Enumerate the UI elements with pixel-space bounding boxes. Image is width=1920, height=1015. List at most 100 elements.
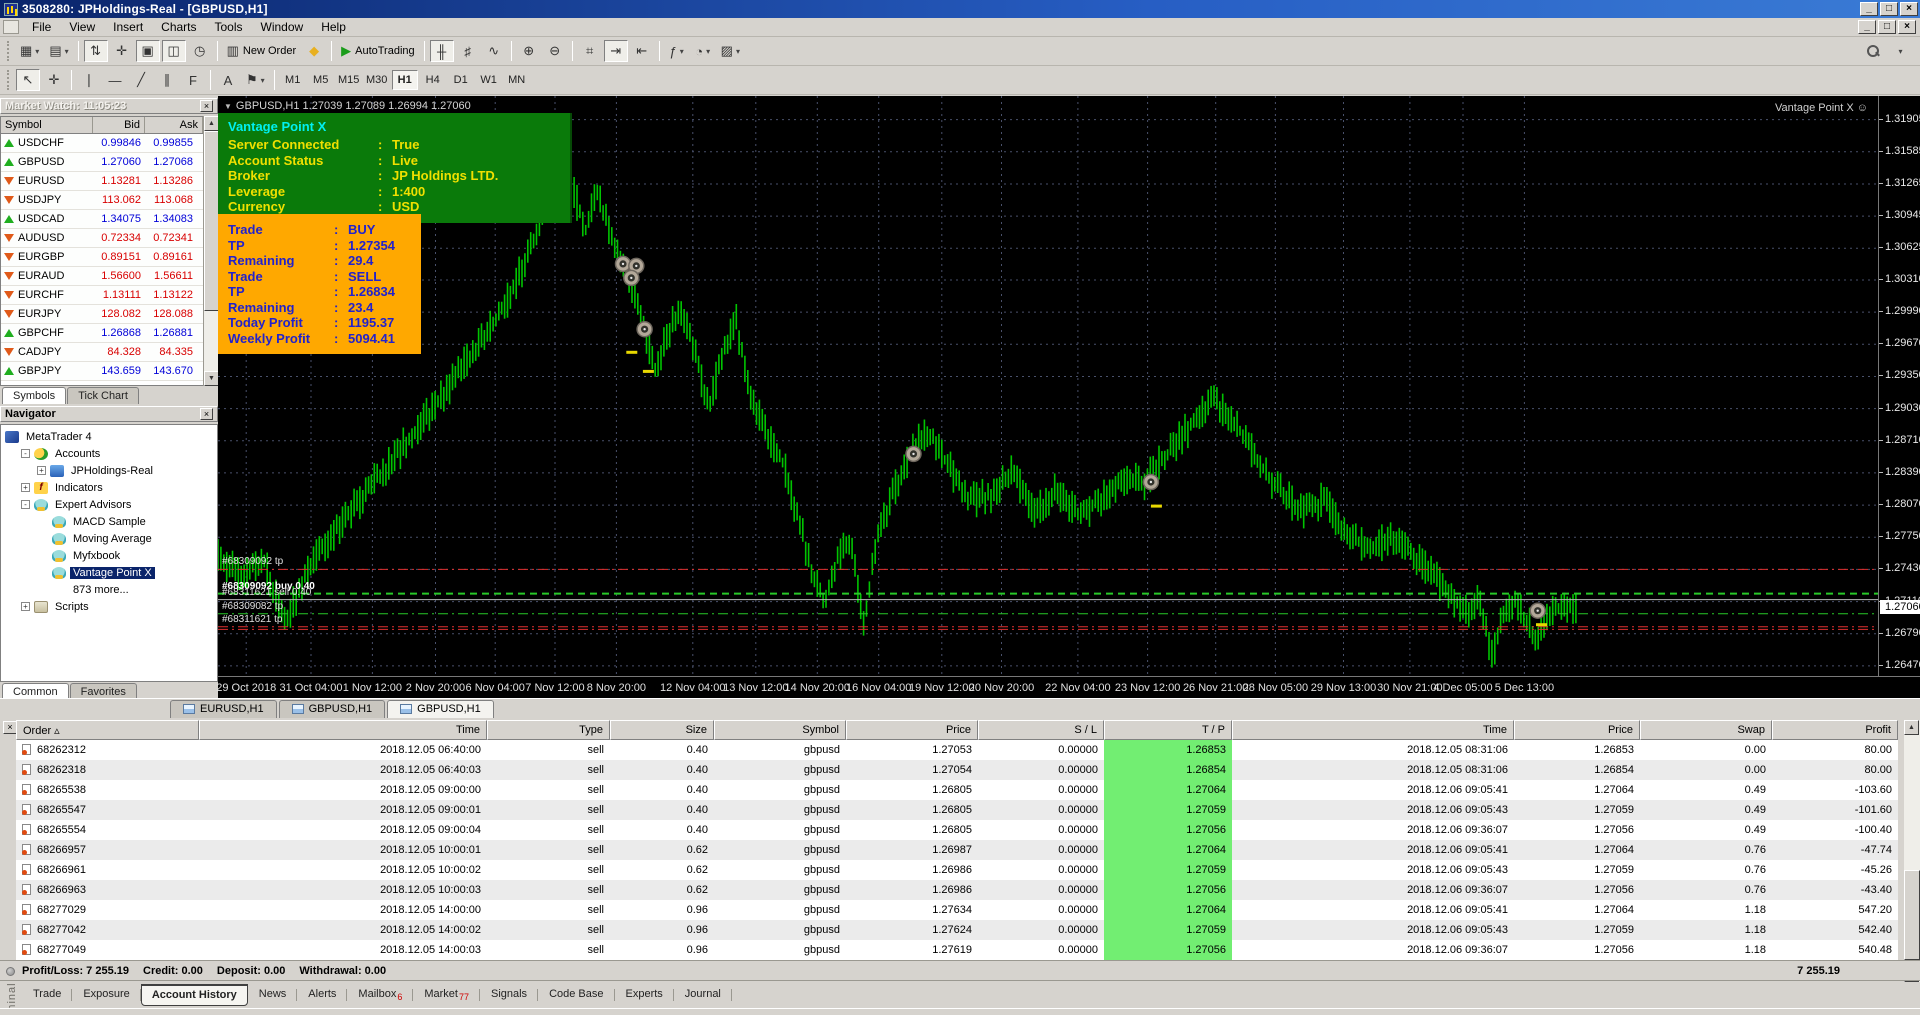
- tree-item-accounts[interactable]: -Accounts: [1, 446, 217, 461]
- metaeditor-button[interactable]: ◆: [302, 40, 326, 62]
- terminal-tab-journal[interactable]: Journal: [674, 984, 732, 1005]
- terminal-tab-mailbox[interactable]: Mailbox6: [347, 984, 413, 1007]
- templates-button[interactable]: ▨▾: [717, 40, 744, 62]
- column-header-time[interactable]: Time: [199, 720, 487, 740]
- timeframe-h1-button[interactable]: H1: [392, 70, 418, 90]
- market-watch-row[interactable]: CADJPY84.32884.335: [1, 343, 217, 362]
- zoom-out-button[interactable]: ⊖: [543, 40, 567, 62]
- terminal-tab-account-history[interactable]: Account History: [141, 984, 248, 1006]
- tree-item-873-more-[interactable]: 873 more...: [1, 582, 217, 597]
- expand-icon[interactable]: +: [37, 466, 46, 475]
- toolbar-grip[interactable]: [7, 41, 10, 61]
- history-row[interactable]: 682669632018.12.05 10:00:03sell0.62gbpus…: [16, 880, 1898, 900]
- toolbar-grip[interactable]: [7, 70, 10, 90]
- chart-tab-eurusd-h1[interactable]: EURUSD,H1: [170, 700, 277, 718]
- column-header-profit[interactable]: Profit: [1772, 720, 1898, 740]
- terminal-tab-exposure[interactable]: Exposure: [72, 984, 140, 1005]
- indicators-button[interactable]: ƒ▾: [665, 40, 689, 62]
- time-scale[interactable]: 29 Oct 201831 Oct 04:001 Nov 12:002 Nov …: [218, 676, 1920, 698]
- column-header-s-l[interactable]: S / L: [978, 720, 1104, 740]
- chart-restore-button[interactable]: □: [1878, 20, 1896, 34]
- terminal-close-icon[interactable]: ×: [3, 721, 17, 734]
- market-watch-row[interactable]: GBPJPY143.659143.670: [1, 362, 217, 381]
- menu-item-tools[interactable]: Tools: [206, 18, 252, 36]
- chart-system-icon[interactable]: [3, 20, 19, 34]
- terminal-tab-market[interactable]: Market77: [413, 984, 480, 1007]
- column-header-symbol[interactable]: Symbol: [714, 720, 846, 740]
- fibonacci-button[interactable]: F: [181, 69, 205, 91]
- column-header-time[interactable]: Time: [1232, 720, 1514, 740]
- chart-shift-button[interactable]: ⇤: [630, 40, 654, 62]
- market-watch-row[interactable]: EURJPY128.082128.088: [1, 305, 217, 324]
- timeframe-m15-button[interactable]: M15: [336, 70, 362, 90]
- scrollbar-thumb[interactable]: [1904, 870, 1920, 960]
- chart-tab-gbpusd-h1[interactable]: GBPUSD,H1: [279, 700, 386, 718]
- terminal-tab-experts[interactable]: Experts: [615, 984, 674, 1005]
- column-header-order[interactable]: Order ▵: [16, 720, 199, 740]
- auto-scroll-button[interactable]: ⇥: [604, 40, 628, 62]
- column-header-bid[interactable]: Bid: [93, 117, 145, 133]
- terminal-tab-alerts[interactable]: Alerts: [297, 984, 347, 1005]
- tree-item-metatrader-4[interactable]: MetaTrader 4: [1, 429, 217, 444]
- market-watch-row[interactable]: GBPUSD1.270601.27068: [1, 153, 217, 172]
- horizontal-line-button[interactable]: —: [103, 69, 127, 91]
- navigator-toggle[interactable]: ▣: [136, 40, 160, 62]
- text-button[interactable]: A: [216, 69, 240, 91]
- timeframe-m30-button[interactable]: M30: [364, 70, 390, 90]
- restore-button[interactable]: □: [1880, 2, 1898, 16]
- history-row[interactable]: 682655542018.12.05 09:00:04sell0.40gbpus…: [16, 820, 1898, 840]
- periods-button[interactable]: ◔▾: [691, 40, 715, 62]
- close-button[interactable]: ×: [1900, 2, 1918, 16]
- history-row[interactable]: 682770422018.12.05 14:00:02sell0.96gbpus…: [16, 920, 1898, 940]
- collapse-icon[interactable]: -: [21, 500, 30, 509]
- data-window-toggle[interactable]: ✛: [110, 40, 134, 62]
- market-watch-row[interactable]: EURAUD1.566001.56611: [1, 267, 217, 286]
- tile-windows-button[interactable]: ⌗: [578, 40, 602, 62]
- column-header-price[interactable]: Price: [1514, 720, 1640, 740]
- history-row[interactable]: 682669572018.12.05 10:00:01sell0.62gbpus…: [16, 840, 1898, 860]
- menu-item-window[interactable]: Window: [252, 18, 313, 36]
- column-header-price[interactable]: Price: [846, 720, 978, 740]
- trendline-button[interactable]: ╱: [129, 69, 153, 91]
- line-chart-button[interactable]: ∿: [482, 40, 506, 62]
- market-watch-tab-tick-chart[interactable]: Tick Chart: [67, 387, 139, 404]
- history-row[interactable]: 682770492018.12.05 14:00:03sell0.96gbpus…: [16, 940, 1898, 960]
- menu-item-charts[interactable]: Charts: [152, 18, 205, 36]
- collapse-icon[interactable]: -: [21, 449, 30, 458]
- terminal-toggle[interactable]: ◫: [162, 40, 186, 62]
- new-order-button[interactable]: ▥New Order: [223, 40, 300, 62]
- timeframe-h4-button[interactable]: H4: [420, 70, 446, 90]
- market-watch-row[interactable]: USDCAD1.340751.34083: [1, 210, 217, 229]
- tree-item-macd-sample[interactable]: MACD Sample: [1, 514, 217, 529]
- scroll-down-icon[interactable]: ▼: [204, 371, 219, 386]
- timeframe-m1-button[interactable]: M1: [280, 70, 306, 90]
- zoom-in-button[interactable]: ⊕: [517, 40, 541, 62]
- history-row[interactable]: 682623182018.12.05 06:40:03sell0.40gbpus…: [16, 760, 1898, 780]
- timeframe-d1-button[interactable]: D1: [448, 70, 474, 90]
- arrows-button[interactable]: ⚑▾: [242, 69, 269, 91]
- tree-item-indicators[interactable]: +fIndicators: [1, 480, 217, 495]
- expand-icon[interactable]: +: [21, 483, 30, 492]
- market-watch-row[interactable]: EURUSD1.132811.13286: [1, 172, 217, 191]
- market-watch-tab-symbols[interactable]: Symbols: [2, 387, 66, 404]
- menu-item-view[interactable]: View: [60, 18, 104, 36]
- navigator-caption[interactable]: Navigator ×: [0, 406, 218, 422]
- scroll-up-icon[interactable]: ▲: [204, 116, 219, 131]
- history-row[interactable]: 682623122018.12.05 06:40:00sell0.40gbpus…: [16, 740, 1898, 760]
- cursor-button[interactable]: ↖: [16, 69, 40, 91]
- column-header-type[interactable]: Type: [487, 720, 610, 740]
- tree-item-vantage-point-x[interactable]: Vantage Point X: [1, 565, 217, 580]
- chevron-down-icon[interactable]: ▼: [224, 102, 232, 111]
- profiles-button[interactable]: ▤▾: [45, 40, 72, 62]
- new-chart-button[interactable]: ▦▾: [16, 40, 43, 62]
- history-row[interactable]: 682770292018.12.05 14:00:00sell0.96gbpus…: [16, 900, 1898, 920]
- market-watch-toggle[interactable]: ⇅: [84, 40, 108, 62]
- price-scale[interactable]: 1.319051.315851.312651.309451.306251.303…: [1878, 96, 1920, 676]
- menu-item-help[interactable]: Help: [312, 18, 355, 36]
- chart-tab-gbpusd-h1[interactable]: GBPUSD,H1: [387, 700, 494, 718]
- chart-close-button[interactable]: ×: [1898, 20, 1916, 34]
- scroll-up-icon[interactable]: ▲: [1904, 720, 1919, 735]
- history-row[interactable]: 682655472018.12.05 09:00:01sell0.40gbpus…: [16, 800, 1898, 820]
- market-watch-caption[interactable]: Market Watch: 11:05:23 ×: [0, 98, 218, 114]
- vertical-line-button[interactable]: ❘: [77, 69, 101, 91]
